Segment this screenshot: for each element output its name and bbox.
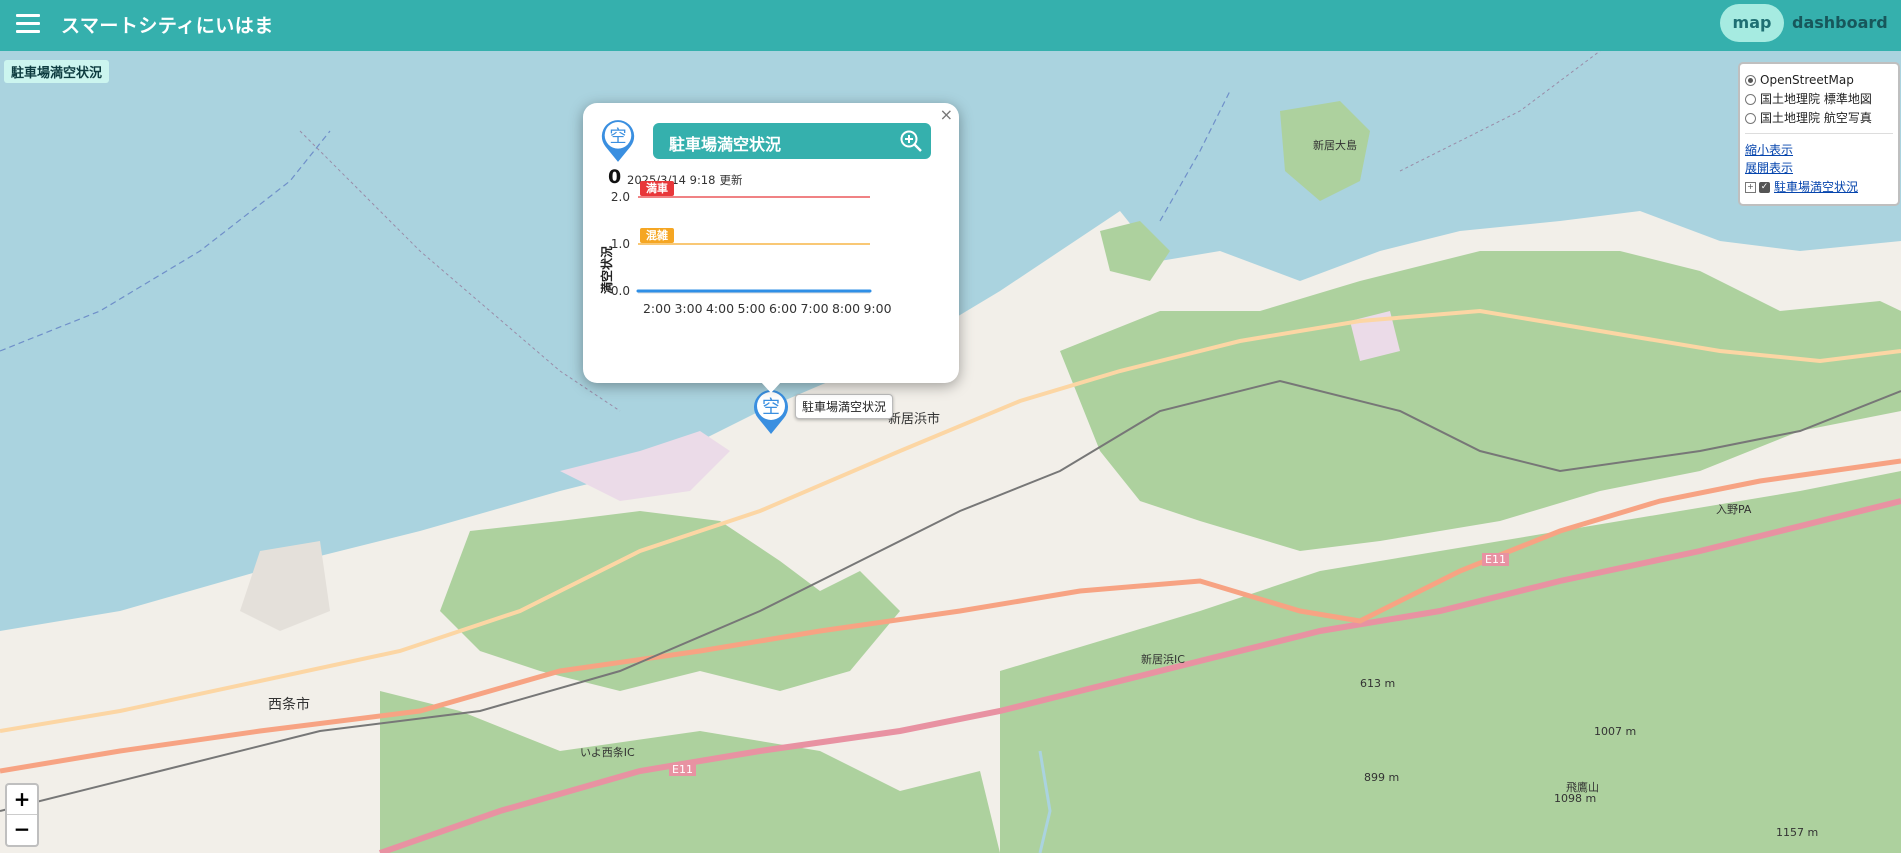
x-tick-label: 9:00 [863, 301, 891, 316]
x-tick-label: 4:00 [706, 301, 734, 316]
label-peak-1007: 1007 m [1594, 725, 1637, 738]
base-layer-osm[interactable]: OpenStreetMap [1745, 72, 1854, 88]
threshold-label: 混雑 [646, 228, 668, 242]
series-point [665, 289, 669, 293]
radio-unselected-icon[interactable] [1745, 113, 1756, 124]
parking-marker[interactable]: 空 [751, 388, 791, 440]
nav-map-button[interactable]: map [1720, 4, 1784, 42]
label-saijo-city: 西条市 [268, 697, 310, 713]
overlay-parking[interactable]: + ✓ 駐車場満空状況 [1745, 179, 1858, 195]
label-e11-east: E11 [1482, 553, 1509, 566]
overlay-parking-label[interactable]: 駐車場満空状況 [1774, 180, 1858, 194]
x-tick-label: 2:00 [643, 301, 671, 316]
layer-control-panel: OpenStreetMap 国土地理院 標準地図 国土地理院 航空写真 縮小表示… [1738, 62, 1900, 206]
series-point [781, 289, 785, 293]
zoom-control: + − [5, 783, 39, 847]
marker-glyph: 空 [762, 397, 780, 418]
radio-unselected-icon[interactable] [1745, 94, 1756, 105]
collapse-link[interactable]: 縮小表示 [1745, 142, 1793, 158]
base-layer-osm-label: OpenStreetMap [1760, 73, 1854, 87]
popup-pointer [760, 381, 782, 393]
zoom-in-button[interactable]: + [7, 785, 37, 814]
layer-panel-divider [1745, 133, 1893, 134]
x-tick-label: 6:00 [769, 301, 797, 316]
y-tick-label: 1.0 [611, 237, 630, 251]
x-tick-label: 7:00 [800, 301, 828, 316]
parking-popup: × 空 駐車場満空状況 0 2025/3/14 9:18 更新 満空状況 0.0 1… [583, 103, 959, 383]
checkbox-checked-icon[interactable]: ✓ [1759, 182, 1770, 193]
ferry-route-2 [1159, 90, 1231, 222]
radio-selected-icon[interactable] [1745, 75, 1756, 86]
ferry-route [0, 130, 331, 352]
base-layer-gsi-std-label: 国土地理院 標準地図 [1760, 92, 1872, 106]
y-tick-label: 0.0 [611, 284, 630, 298]
layer-title-badge: 駐車場満空状況 [4, 60, 110, 83]
y-tick-label: 2.0 [611, 190, 630, 204]
marker-tooltip: 駐車場満空状況 [795, 394, 894, 419]
boundary-line [299, 130, 621, 412]
base-layer-gsi-photo[interactable]: 国土地理院 航空写真 [1745, 110, 1872, 126]
series-point [810, 289, 814, 293]
label-niihama-ic: 新居浜IC [1141, 653, 1185, 666]
x-tick-label: 5:00 [737, 301, 765, 316]
label-niihama-oshima: 新居大島 [1313, 139, 1357, 152]
label-peak-hino-height: 1098 m [1554, 792, 1597, 805]
threshold-label: 満車 [646, 181, 668, 195]
label-peak-1157: 1157 m [1776, 826, 1819, 839]
label-peak-899: 899 m [1364, 771, 1400, 784]
label-iyosaijo-ic: いよ西条IC [580, 746, 635, 759]
series-point [839, 289, 843, 293]
base-layer-gsi-photo-label: 国土地理院 航空写真 [1760, 111, 1872, 125]
label-e11-west: E11 [669, 763, 696, 776]
x-tick-label: 8:00 [832, 301, 860, 316]
boundary-line-2 [1399, 51, 1601, 172]
series-point [636, 289, 640, 293]
status-chart: 満空状況 0.01.02.0満車混雑2:00 3:00 4:00 5:00 6:00 7:… [599, 181, 892, 316]
label-iriya-pa: 入野PA [1716, 503, 1752, 516]
series-point [868, 289, 872, 293]
hamburger-menu-icon[interactable] [16, 14, 40, 34]
series-point [752, 289, 756, 293]
series-point [694, 289, 698, 293]
tree-expand-icon[interactable]: + [1745, 182, 1756, 193]
app-title: スマートシティにいはま [61, 15, 274, 37]
zoom-out-button[interactable]: − [7, 814, 37, 844]
label-peak-613: 613 m [1360, 677, 1396, 690]
top-app-bar: スマートシティにいはま map dashboard [0, 0, 1901, 51]
label-niihama-city: 新居浜市 [888, 412, 941, 427]
series-point [723, 289, 727, 293]
expand-link[interactable]: 展開表示 [1745, 160, 1793, 176]
base-layer-gsi-std[interactable]: 国土地理院 標準地図 [1745, 91, 1872, 107]
x-tick-label: 3:00 [674, 301, 702, 316]
nav-dashboard-button[interactable]: dashboard [1792, 4, 1888, 42]
